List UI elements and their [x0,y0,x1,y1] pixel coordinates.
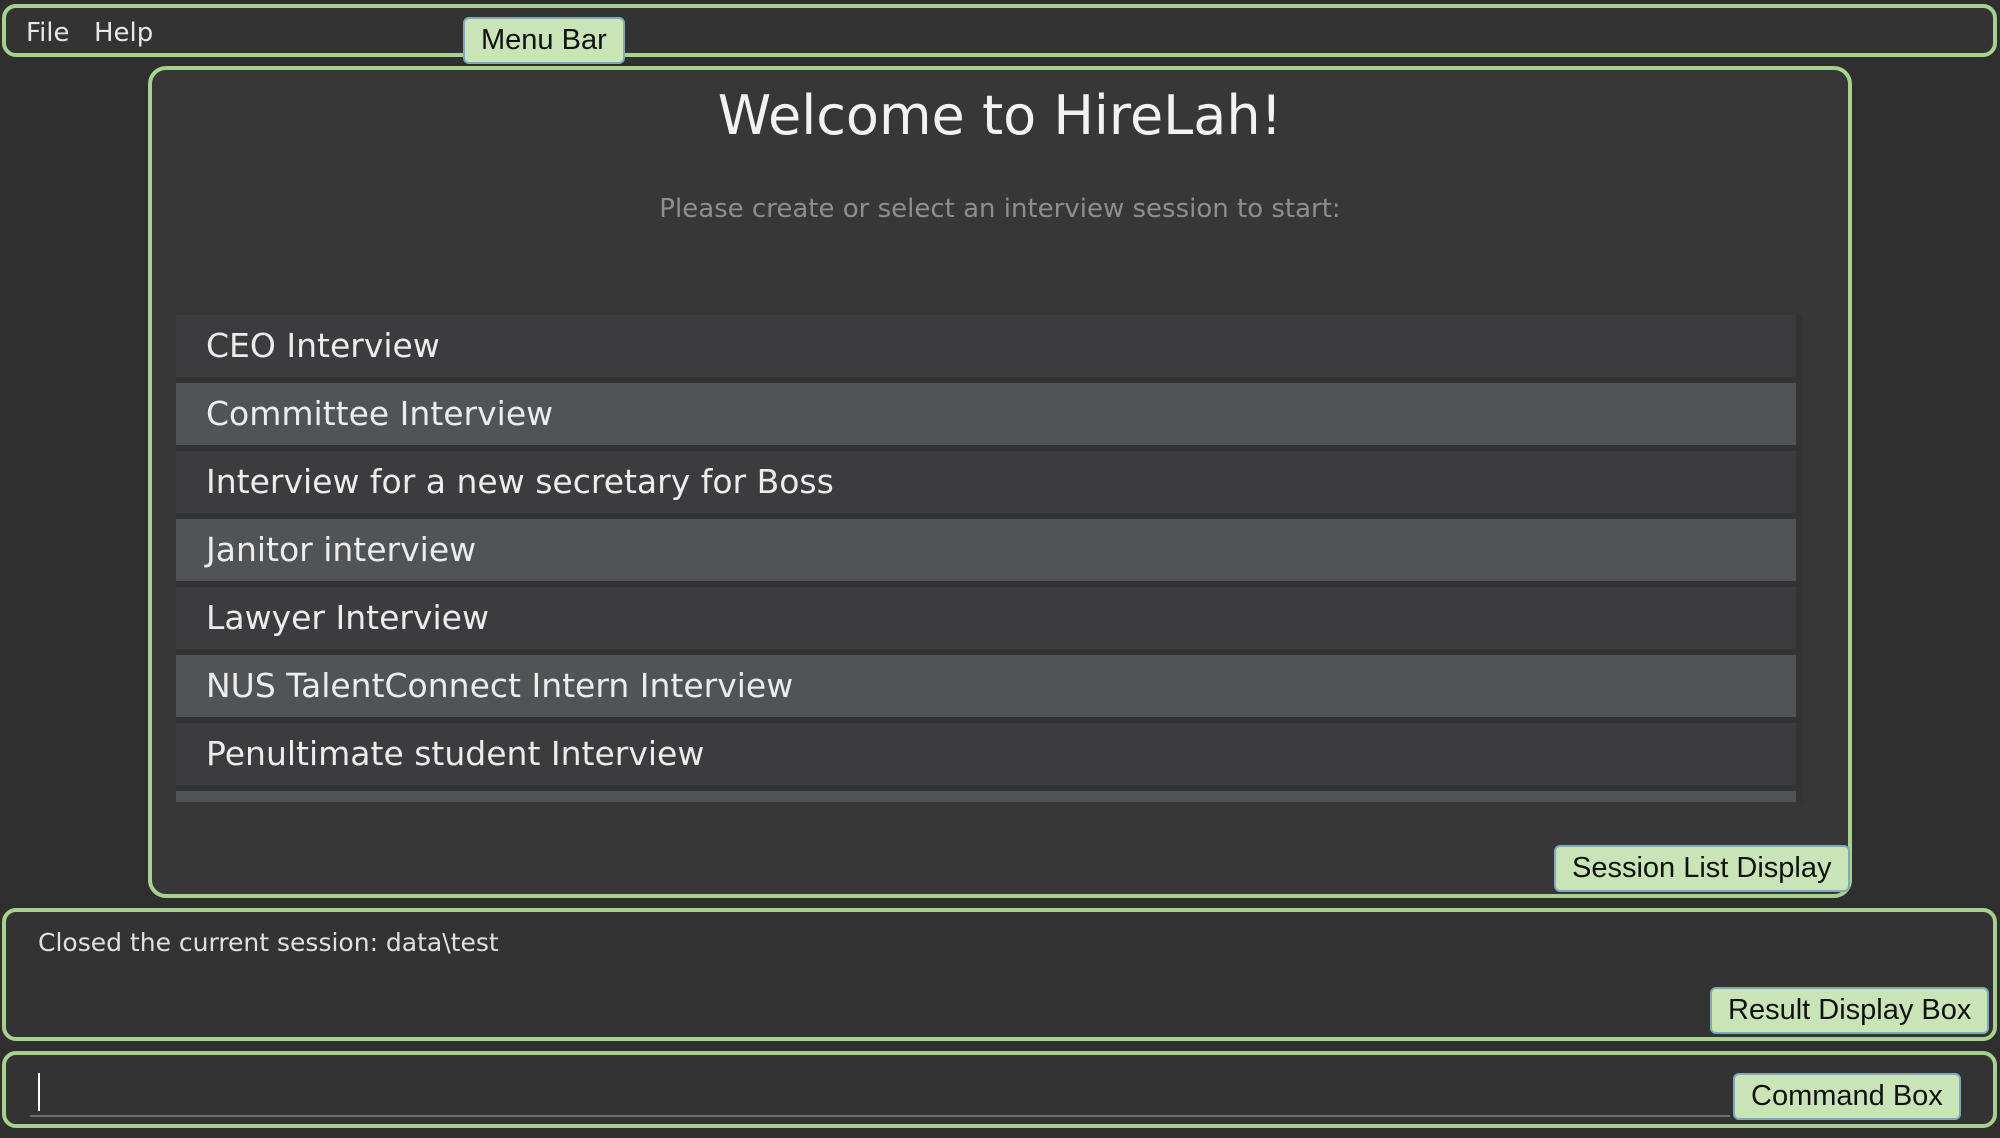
session-list[interactable]: CEO Interview Committee Interview Interv… [176,315,1803,802]
menu-bar-annotation: Menu Bar [463,17,625,64]
session-item[interactable]: NUS TalentConnect Intern Interview [176,655,1796,717]
result-display-annotation: Result Display Box [1710,987,1990,1034]
welcome-title: Welcome to HireLah! [717,84,1283,147]
welcome-subtitle: Please create or select an interview ses… [659,194,1341,224]
result-text: Closed the current session: data\test [38,928,499,957]
command-box-annotation: Command Box [1733,1073,1961,1120]
menu-help[interactable]: Help [94,18,153,48]
session-list-panel: Welcome to HireLah! Please create or sel… [148,66,1852,898]
menu-bar: File Help Menu Bar [2,4,1997,64]
session-item[interactable]: Committee Interview [176,383,1796,445]
command-input[interactable] [30,1065,1730,1117]
session-item[interactable]: Janitor interview [176,519,1796,581]
session-list-annotation: Session List Display [1554,845,1850,892]
text-caret [38,1073,40,1111]
session-item[interactable]: CEO Interview [176,315,1796,377]
result-display-box: Closed the current session: data\test Re… [2,908,1997,1041]
session-item[interactable]: Lawyer Interview [176,587,1796,649]
session-item[interactable]: Interview for a new secretary for Boss [176,451,1796,513]
command-box: Command Box [2,1051,1997,1128]
menu-file[interactable]: File [26,18,70,48]
session-item-partial[interactable] [176,791,1796,802]
session-item[interactable]: Penultimate student Interview [176,723,1796,785]
